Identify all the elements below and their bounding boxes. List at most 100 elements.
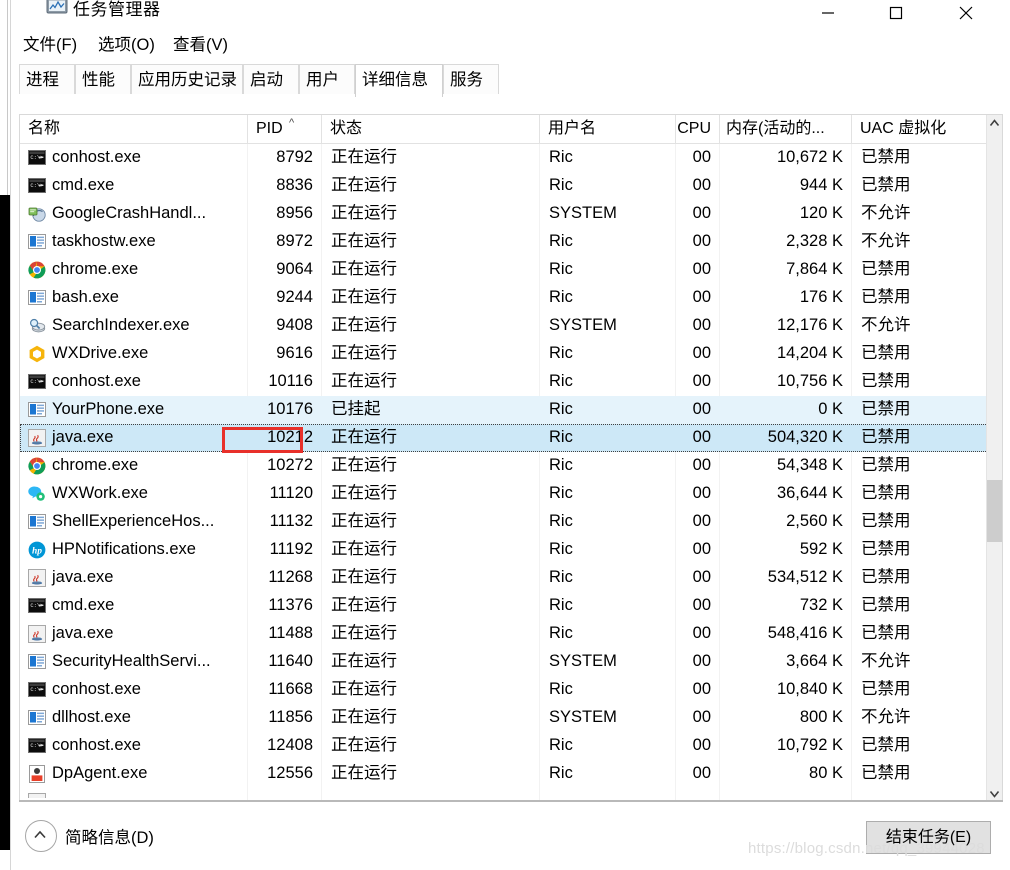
cell-user-name: SYSTEM [549,708,617,726]
column-header-pid[interactable]: PID ^ [248,115,322,143]
cell-memory: 944 K [799,176,843,194]
cell-user-name: Ric [549,764,573,782]
table-row[interactable]: C:\> conhost.exe 12408 正在运行 Ric 00 10,792 K 已禁用 [20,732,988,760]
table-row[interactable]: bash.exe 9244 正在运行 Ric 00 176 K 已禁用 [20,284,988,312]
menu-view[interactable]: 查看(V) [169,29,232,57]
table-row[interactable]: C:\> conhost.exe 10116 正在运行 Ric 00 10,756 K 已禁用 [20,368,988,396]
tab-services[interactable]: 服务 [443,64,499,94]
cell-process-name: java.exe [52,568,114,586]
table-row[interactable]: C:\> conhost.exe 11668 正在运行 Ric 00 10,840 K 已禁用 [20,676,988,704]
process-list: 名称 PID ^ 状态 用户名 CPU 内存(活动的... UAC 虚拟化 C:… [19,114,1003,802]
cell-memory: 12,176 K [776,316,843,334]
cell-memory: 504,320 K [767,428,843,446]
cell-cpu: 00 [692,176,711,194]
cell-cpu: 00 [692,400,711,418]
table-row[interactable]: WXDrive.exe 9616 正在运行 Ric 00 14,204 K 已禁用 [20,340,988,368]
cell-process-name: cmd.exe [52,176,115,194]
cell-pid: 11132 [269,512,313,530]
table-row[interactable]: taskhostw.exe 8972 正在运行 Ric 00 2,328 K 不允许 [20,228,988,256]
table-row[interactable]: hp HPNotifications.exe 11192 正在运行 Ric 00 592 K… [20,536,988,564]
cell-status: 正在运行 [331,372,397,390]
column-header-memory[interactable]: 内存(活动的... [720,115,852,143]
close-button[interactable] [943,0,989,26]
cell-status: 正在运行 [331,456,397,474]
menu-file[interactable]: 文件(F) [19,29,81,57]
cell-user-name: Ric [549,260,573,278]
cell-uac-virtualization: 已禁用 [861,288,911,306]
tab-app-history[interactable]: 应用历史记录 [131,64,243,94]
maximize-button[interactable] [873,0,919,26]
cell-memory: 36,644 K [776,484,843,502]
vertical-scrollbar[interactable] [986,115,1002,801]
cell-pid: 9064 [276,260,313,278]
background-window-strip [0,195,10,850]
process-rows[interactable]: C:\> conhost.exe 8792 正在运行 Ric 00 10,672 K 已禁用 C… [20,144,988,801]
menu-options[interactable]: 选项(O) [94,29,159,57]
table-row[interactable]: dllhost.exe 11856 正在运行 SYSTEM 00 800 K 不允许 [20,704,988,732]
cell-user-name: Ric [549,344,573,362]
table-row[interactable]: java.exe 11488 正在运行 Ric 00 548,416 K 已禁用 [20,620,988,648]
cell-status: 正在运行 [331,596,397,614]
cell-process-name: conhost.exe [52,372,141,390]
minimize-button[interactable] [805,0,851,26]
cell-cpu: 00 [692,736,711,754]
tab-startup[interactable]: 启动 [243,64,299,94]
table-row-partial[interactable] [20,788,988,798]
cell-user-name: Ric [549,596,573,614]
column-header-pid-label: PID [256,120,283,137]
table-row[interactable]: YourPhone.exe 10176 已挂起 Ric 00 0 K 已禁用 [20,396,988,424]
table-row[interactable]: C:\> cmd.exe 8836 正在运行 Ric 00 944 K 已禁用 [20,172,988,200]
cell-memory: 2,560 K [786,512,843,530]
tab-users[interactable]: 用户 [299,64,355,94]
tab-processes[interactable]: 进程 [19,64,75,94]
cell-uac-virtualization: 已禁用 [861,372,911,390]
chevron-up-circle-icon [25,820,57,852]
cell-pid: 8972 [276,232,313,250]
cell-cpu: 00 [692,484,711,502]
cell-pid: 11640 [268,652,313,670]
cell-user-name: Ric [549,288,573,306]
column-header-status[interactable]: 状态 [322,115,540,143]
scroll-up-arrow-icon[interactable] [987,115,1002,132]
column-header-uac[interactable]: UAC 虚拟化 [852,115,1002,143]
cell-cpu: 00 [692,512,711,530]
table-row[interactable]: java.exe 10212 正在运行 Ric 00 504,320 K 已禁用 [20,424,988,452]
cell-process-name: cmd.exe [52,596,115,614]
cell-user-name: Ric [549,428,573,446]
table-row[interactable]: chrome.exe 9064 正在运行 Ric 00 7,864 K 已禁用 [20,256,988,284]
cell-user-name: Ric [549,372,573,390]
cell-pid: 11488 [268,624,313,642]
tab-performance[interactable]: 性能 [75,64,131,94]
cell-pid: 12556 [267,764,313,782]
cell-process-name: conhost.exe [52,736,141,754]
table-row[interactable]: java.exe 11268 正在运行 Ric 00 534,512 K 已禁用 [20,564,988,592]
table-row[interactable]: chrome.exe 10272 正在运行 Ric 00 54,348 K 已禁用 [20,452,988,480]
column-header-cpu[interactable]: CPU [676,115,720,143]
cell-memory: 10,672 K [776,148,843,166]
cell-pid: 9244 [276,288,313,306]
column-header-name[interactable]: 名称 [20,115,248,143]
cell-process-name: java.exe [52,624,114,642]
cell-uac-virtualization: 已禁用 [861,428,911,446]
cell-cpu: 00 [692,372,711,390]
cell-status: 正在运行 [331,512,397,530]
cell-process-name: chrome.exe [52,260,139,278]
table-row[interactable]: WXWork.exe 11120 正在运行 Ric 00 36,644 K 已禁用 [20,480,988,508]
column-header-user[interactable]: 用户名 [540,115,676,143]
table-row[interactable]: SearchIndexer.exe 9408 正在运行 SYSTEM 00 12,176 … [20,312,988,340]
table-row[interactable]: DpAgent.exe 12556 正在运行 Ric 00 80 K 已禁用 [20,760,988,788]
tab-details[interactable]: 详细信息 [355,64,443,97]
table-row[interactable]: GoogleCrashHandl... 8956 正在运行 SYSTEM 00 120 K… [20,200,988,228]
table-row[interactable]: SecurityHealthServi... 11640 正在运行 SYSTEM 00 3… [20,648,988,676]
table-row[interactable]: C:\> cmd.exe 11376 正在运行 Ric 00 732 K 已禁用 [20,592,988,620]
cell-memory: 0 K [818,400,843,418]
table-header: 名称 PID ^ 状态 用户名 CPU 内存(活动的... UAC 虚拟化 [20,115,1002,144]
table-row[interactable]: ShellExperienceHos... 11132 正在运行 Ric 00 2,560… [20,508,988,536]
scrollbar-thumb[interactable] [987,480,1002,542]
cell-process-name: WXDrive.exe [52,344,149,362]
task-manager-client-area: 任务管理器 文件(F) 选项(O) 查看(V) 进程 性能 应用历史记录 启动 … [11,0,1010,870]
cell-cpu: 00 [692,624,711,642]
table-row[interactable]: C:\> conhost.exe 8792 正在运行 Ric 00 10,672 K 已禁用 [20,144,988,172]
cell-uac-virtualization: 已禁用 [861,484,911,502]
cell-status: 正在运行 [331,260,397,278]
